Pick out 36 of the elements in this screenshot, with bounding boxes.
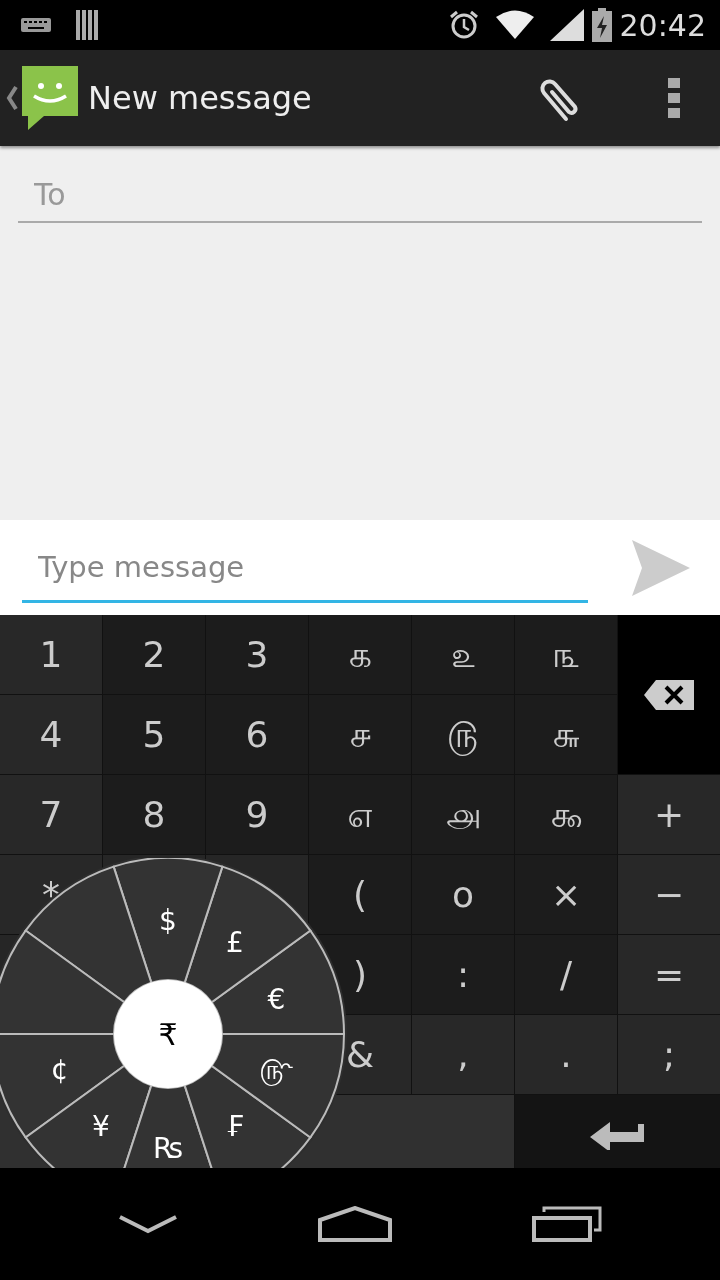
keyboard-key[interactable]: ௬	[515, 695, 617, 774]
keyboard-key[interactable]: :	[412, 935, 514, 1014]
screen-title: New message	[88, 78, 312, 119]
keyboard-key[interactable]: ௮	[412, 775, 514, 854]
keyboard-key[interactable]: ×	[515, 855, 617, 934]
keyboard-key[interactable]: ௯	[515, 775, 617, 854]
keyboard-key[interactable]: ,	[412, 1015, 514, 1094]
recipient-field[interactable]: To	[18, 168, 702, 223]
clock-time: 20:42	[619, 6, 706, 45]
keyboard-key[interactable]: 9	[206, 775, 308, 854]
keyboard-key[interactable]: ௨	[412, 615, 514, 694]
keyboard-key[interactable]: =	[618, 935, 720, 1014]
keyboard-key[interactable]: (	[309, 855, 411, 934]
keyboard-key[interactable]: .	[515, 1015, 617, 1094]
keyboard-key[interactable]: /	[515, 935, 617, 1014]
keyboard-key[interactable]: o	[412, 855, 514, 934]
keyboard-key[interactable]: 6	[206, 695, 308, 774]
selected-currency[interactable]: ₹	[114, 980, 222, 1088]
keyboard-key[interactable]: ௧	[309, 615, 411, 694]
keyboard-key[interactable]: 1	[0, 615, 102, 694]
keyboard-key[interactable]: ௩	[515, 615, 617, 694]
keyboard-key[interactable]: ௭	[309, 775, 411, 854]
keyboard-key[interactable]: 4	[0, 695, 102, 774]
keyboard-key[interactable]: 7	[0, 775, 102, 854]
keyboard-key[interactable]: ;	[618, 1015, 720, 1094]
currency-option[interactable]: $	[112, 858, 224, 984]
keyboard-key[interactable]: −	[618, 855, 720, 934]
keyboard-key[interactable]: 8	[103, 775, 205, 854]
keyboard-key[interactable]: 3	[206, 615, 308, 694]
keyboard-key[interactable]: ௫	[412, 695, 514, 774]
message-field[interactable]: Type message	[22, 536, 588, 603]
keyboard-key[interactable]: 5	[103, 695, 205, 774]
keyboard-key[interactable]: +	[618, 775, 720, 854]
keyboard-key[interactable]: 2	[103, 615, 205, 694]
compose-bar[interactable]: Type message	[0, 520, 720, 615]
keyboard-key[interactable]: ௪	[309, 695, 411, 774]
